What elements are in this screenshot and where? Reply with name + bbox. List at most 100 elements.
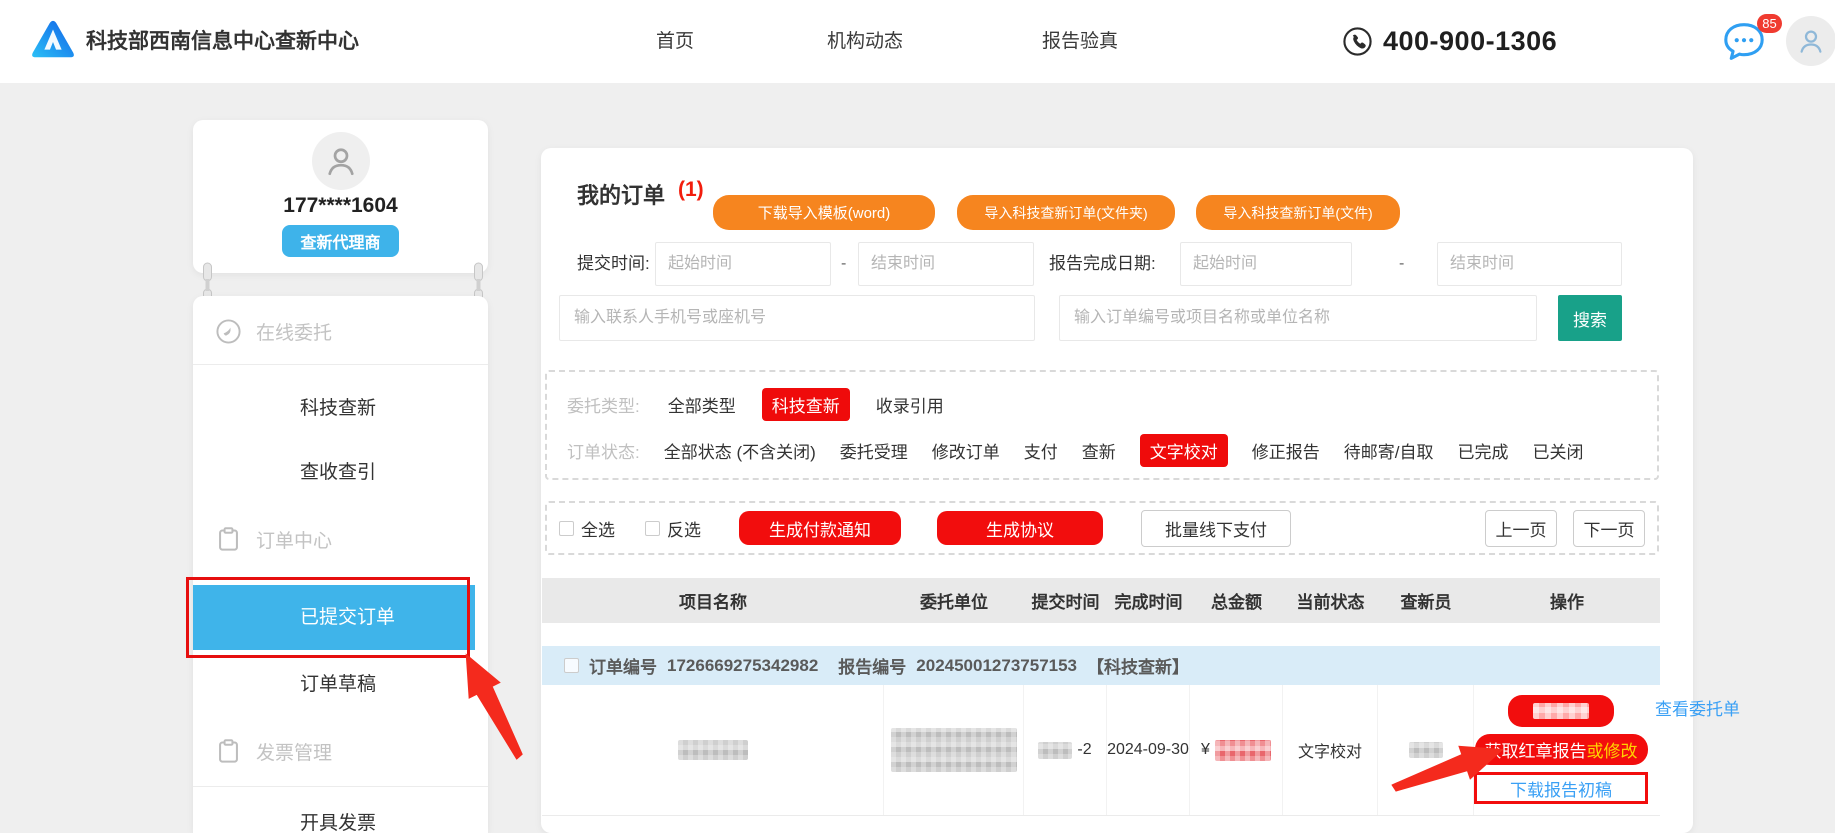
report-start-input[interactable] (1180, 242, 1352, 286)
cell-actions: 获取红章报告或修改 下载报告初稿 查看委托单 (1474, 685, 1660, 815)
batch-action-box: 全选 反选 生成付款通知 生成协议 批量线下支付 上一页 下一页 (545, 501, 1659, 555)
batch-offline-pay-button[interactable]: 批量线下支付 (1141, 510, 1291, 547)
download-draft-link[interactable]: 下载报告初稿 (1474, 772, 1648, 804)
type-option-novelty-active[interactable]: 科技查新 (762, 388, 850, 421)
divider (193, 364, 488, 365)
filter-box: 委托类型: 全部类型 科技查新 收录引用 订单状态: 全部状态 (不含关闭) 委… (545, 370, 1659, 480)
sidebar-item-novelty-search[interactable]: 科技查新 (300, 393, 376, 420)
cell-submit-time: -2 (1024, 685, 1107, 815)
table-header: 项目名称 委托单位 提交时间 完成时间 总金额 当前状态 查新员 操作 (542, 578, 1660, 623)
status-option-closed[interactable]: 已关闭 (1533, 438, 1584, 463)
cell-client-unit (884, 685, 1024, 815)
sidebar-menu: 在线委托 科技查新 查收查引 订单中心 已提交订单 订单草稿 发票管理 开具发票 (193, 296, 488, 833)
invert-select-label: 反选 (667, 516, 701, 541)
order-no-label: 订单编号 (589, 653, 657, 678)
submit-time-suffix: -2 (1077, 741, 1091, 759)
circle-swirl-icon (215, 318, 242, 345)
hotline: 400-900-1306 (1342, 0, 1557, 83)
brand-title: 科技部西南信息中心查新中心 (86, 0, 359, 83)
col-project-name: 项目名称 (542, 588, 884, 613)
search-button[interactable]: 搜索 (1558, 295, 1622, 341)
orders-panel: 我的订单 (1) 下载导入模板(word) 导入科技查新订单(文件夹) 导入科技… (541, 148, 1693, 833)
user-phone: 177****1604 (193, 194, 488, 218)
status-option-done[interactable]: 已完成 (1458, 438, 1509, 463)
page-title: 我的订单 (577, 178, 665, 210)
brand-logo-icon (30, 16, 76, 66)
order-no: 1726669275342982 (667, 656, 818, 676)
import-order-folder-button[interactable]: 导入科技查新订单(文件夹) (957, 195, 1175, 230)
order-type-tag: 【科技查新】 (1087, 653, 1189, 678)
type-option-all[interactable]: 全部类型 (668, 392, 736, 417)
download-template-button[interactable]: 下载导入模板(word) (713, 195, 935, 230)
next-page-button[interactable]: 下一页 (1573, 510, 1645, 547)
cell-project-name (542, 685, 884, 815)
report-no: 20245001273757153 (916, 656, 1077, 676)
table-row: -2 2024-09-30 ¥ 文字校对 获取红章报告或修改 下载报告初稿 (542, 685, 1660, 816)
submit-time-label: 提交时间: (577, 242, 650, 286)
notification-badge: 85 (1757, 14, 1782, 33)
status-option-accepted[interactable]: 委托受理 (840, 438, 908, 463)
menu-section-label: 在线委托 (256, 318, 332, 345)
sidebar-item-citation-search[interactable]: 查收查引 (300, 457, 376, 484)
redacted-action-button[interactable] (1508, 695, 1614, 727)
user-avatar[interactable] (1786, 16, 1835, 66)
order-group-header: 订单编号 1726669275342982 报告编号 2024500127375… (542, 646, 1660, 685)
menu-section-invoice: 发票管理 (215, 738, 332, 765)
col-status: 当前状态 (1283, 588, 1378, 613)
status-option-revise[interactable]: 修正报告 (1252, 438, 1320, 463)
submit-end-input[interactable] (858, 242, 1034, 286)
dash-separator: - (841, 242, 846, 286)
redacted-action-label (1533, 703, 1589, 719)
status-option-pay[interactable]: 支付 (1024, 438, 1058, 463)
phone-icon (1342, 26, 1373, 57)
chat-button[interactable]: 85 (1722, 22, 1766, 62)
cell-status: 文字校对 (1283, 685, 1378, 815)
sidebar-item-order-drafts[interactable]: 订单草稿 (300, 669, 376, 696)
order-search-input[interactable] (1059, 295, 1537, 341)
status-filter-row: 订单状态: 全部状态 (不含关闭) 委托受理 修改订单 支付 查新 文字校对 修… (567, 434, 1584, 467)
get-stamped-report-button[interactable]: 获取红章报告或修改 (1475, 734, 1648, 765)
generate-pay-notice-button[interactable]: 生成付款通知 (739, 511, 901, 545)
status-option-proofread-active[interactable]: 文字校对 (1140, 434, 1228, 467)
col-searcher: 查新员 (1378, 588, 1474, 613)
status-option-search[interactable]: 查新 (1082, 438, 1116, 463)
col-total-amount: 总金额 (1190, 588, 1283, 613)
dash-separator: - (1399, 242, 1404, 286)
status-option-all[interactable]: 全部状态 (不含关闭) (664, 438, 816, 463)
clipboard-icon (215, 738, 242, 765)
status-text: 文字校对 (1298, 738, 1362, 762)
nav-agency-news[interactable]: 机构动态 (805, 0, 925, 83)
view-commission-link[interactable]: 查看委托单 (1655, 695, 1740, 720)
status-option-modify[interactable]: 修改订单 (932, 438, 1000, 463)
order-checkbox[interactable] (564, 658, 579, 673)
redacted-submit-date (1038, 742, 1072, 759)
nav-home[interactable]: 首页 (640, 0, 710, 83)
col-submit-time: 提交时间 (1024, 588, 1107, 613)
type-filter-row: 委托类型: 全部类型 科技查新 收录引用 (567, 388, 944, 421)
col-finish-time: 完成时间 (1107, 588, 1190, 613)
type-option-citation[interactable]: 收录引用 (876, 392, 944, 417)
sidebar-item-issue-invoice[interactable]: 开具发票 (300, 808, 376, 833)
select-all-label: 全选 (581, 516, 615, 541)
sidebar-avatar (312, 132, 370, 190)
redacted-project-name (678, 740, 748, 760)
status-option-mail[interactable]: 待邮寄/自取 (1344, 438, 1434, 463)
select-all-checkbox[interactable] (559, 521, 574, 536)
generate-agreement-button[interactable]: 生成协议 (937, 511, 1103, 545)
prev-page-button[interactable]: 上一页 (1485, 510, 1557, 547)
redacted-amount (1215, 740, 1271, 761)
report-end-input[interactable] (1437, 242, 1622, 286)
report-date-label: 报告完成日期: (1049, 242, 1156, 286)
invert-select-checkbox[interactable] (645, 521, 660, 536)
submit-start-input[interactable] (655, 242, 831, 286)
nav-report-verify[interactable]: 报告验真 (1025, 0, 1135, 83)
sidebar-item-submitted-orders[interactable]: 已提交订单 (193, 585, 475, 650)
import-order-file-button[interactable]: 导入科技查新订单(文件) (1196, 195, 1400, 230)
col-actions: 操作 (1474, 588, 1660, 613)
cell-total-amount: ¥ (1190, 685, 1283, 815)
user-role-badge: 查新代理商 (282, 225, 398, 257)
report-no-label: 报告编号 (838, 653, 906, 678)
contact-search-input[interactable] (559, 295, 1035, 341)
currency-symbol: ¥ (1201, 741, 1210, 759)
top-header: 科技部西南信息中心查新中心 首页 机构动态 报告验真 400-900-1306 … (0, 0, 1835, 83)
